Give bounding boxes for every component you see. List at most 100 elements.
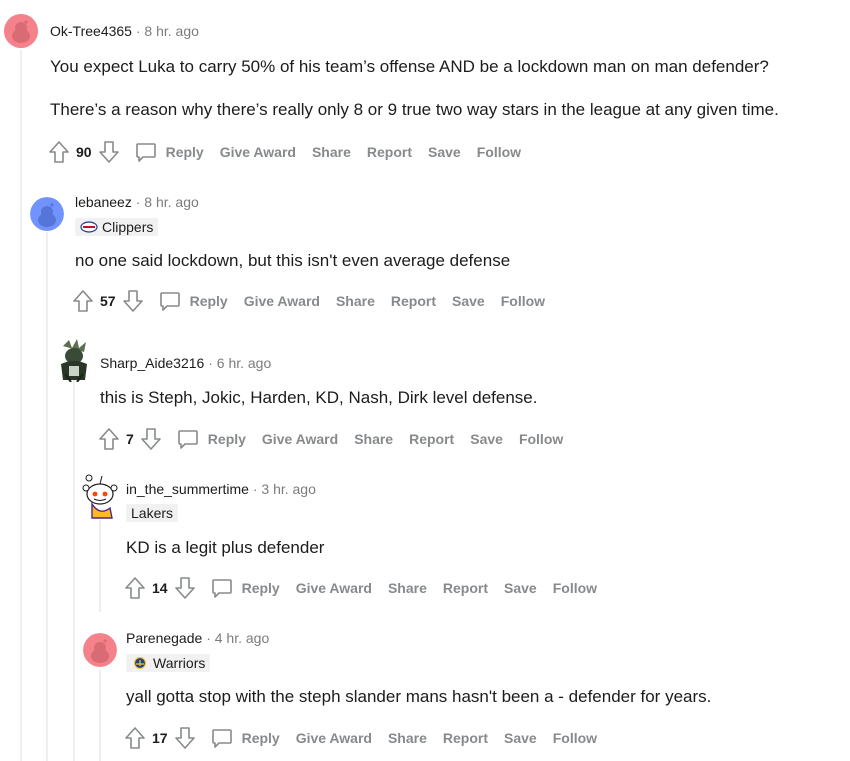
- snoo-avatar-icon: [83, 633, 117, 667]
- snoo-avatar-icon: [30, 197, 64, 231]
- save-button[interactable]: Save: [504, 730, 537, 746]
- vote-score: 57: [100, 293, 116, 309]
- report-button[interactable]: Report: [443, 730, 488, 746]
- reply-icon[interactable]: [210, 576, 234, 600]
- avatar[interactable]: [83, 633, 117, 667]
- comment-actions: 14 Reply Give Award Share Report Save Fo…: [124, 574, 613, 602]
- give-award-button[interactable]: Give Award: [262, 431, 338, 447]
- reply-icon[interactable]: [176, 427, 200, 451]
- comment-body: You expect Luka to carry 50% of his team…: [50, 57, 769, 76]
- comment: Parenegade · 4 hr. ago Warriors yall got…: [0, 615, 850, 761]
- downvote-icon[interactable]: [174, 576, 196, 600]
- comment-body: this is Steph, Jokic, Harden, KD, Nash, …: [100, 388, 538, 407]
- downvote-icon[interactable]: [174, 726, 196, 750]
- vote-score: 14: [152, 580, 168, 596]
- reply-button[interactable]: Reply: [242, 580, 280, 596]
- username[interactable]: Sharp_Aide3216: [100, 355, 204, 371]
- separator-dot: ·: [135, 23, 141, 39]
- give-award-button[interactable]: Give Award: [244, 293, 320, 309]
- follow-button[interactable]: Follow: [553, 580, 597, 596]
- flair-text: Warriors: [153, 655, 206, 671]
- upvote-icon[interactable]: [48, 140, 70, 164]
- comment: Sharp_Aide3216 · 6 hr. ago this is Steph…: [0, 330, 850, 460]
- give-award-button[interactable]: Give Award: [296, 580, 372, 596]
- comment-body: KD is a legit plus defender: [126, 538, 325, 557]
- avatar[interactable]: [4, 14, 38, 48]
- comment-actions: 57 Reply Give Award Share Report Save Fo…: [72, 287, 561, 315]
- comment-actions: 90 Reply Give Award Share Report Save Fo…: [48, 138, 537, 166]
- upvote-icon[interactable]: [124, 576, 146, 600]
- reply-button[interactable]: Reply: [242, 730, 280, 746]
- vote-score: 7: [126, 431, 134, 447]
- give-award-button[interactable]: Give Award: [296, 730, 372, 746]
- downvote-icon[interactable]: [122, 289, 144, 313]
- share-button[interactable]: Share: [388, 580, 427, 596]
- timestamp[interactable]: 6 hr. ago: [217, 355, 272, 371]
- vote-score: 17: [152, 730, 168, 746]
- timestamp[interactable]: 8 hr. ago: [144, 23, 199, 39]
- comment: Ok-Tree4365 · 8 hr. ago You expect Luka …: [0, 0, 850, 180]
- report-button[interactable]: Report: [367, 144, 412, 160]
- comment-body: There’s a reason why there’s really only…: [50, 100, 779, 119]
- comment-body: no one said lockdown, but this isn't eve…: [75, 251, 511, 270]
- snoo-avatar-icon: [4, 14, 38, 48]
- user-flair: Warriors: [126, 654, 211, 672]
- user-flair: Clippers: [75, 218, 159, 236]
- reply-button[interactable]: Reply: [166, 144, 204, 160]
- comment-body: yall gotta stop with the steph slander m…: [126, 687, 712, 706]
- timestamp[interactable]: 3 hr. ago: [261, 481, 316, 497]
- save-button[interactable]: Save: [452, 293, 485, 309]
- flair-text: Lakers: [131, 505, 174, 521]
- separator-dot: ·: [206, 630, 211, 646]
- follow-button[interactable]: Follow: [501, 293, 545, 309]
- save-button[interactable]: Save: [428, 144, 461, 160]
- report-button[interactable]: Report: [409, 431, 454, 447]
- give-award-button[interactable]: Give Award: [220, 144, 296, 160]
- comment: in_the_summertime · 3 hr. ago Lakers KD …: [0, 465, 850, 615]
- downvote-icon[interactable]: [98, 140, 120, 164]
- report-button[interactable]: Report: [443, 580, 488, 596]
- share-button[interactable]: Share: [336, 293, 375, 309]
- follow-button[interactable]: Follow: [553, 730, 597, 746]
- comment: lebaneez · 8 hr. ago Clippers no one sai…: [0, 180, 850, 320]
- comment-header: in_the_summertime · 3 hr. ago: [126, 481, 316, 497]
- reply-icon[interactable]: [134, 140, 158, 164]
- save-button[interactable]: Save: [504, 580, 537, 596]
- reply-icon[interactable]: [158, 289, 182, 313]
- share-button[interactable]: Share: [388, 730, 427, 746]
- upvote-icon[interactable]: [72, 289, 94, 313]
- reply-button[interactable]: Reply: [208, 431, 246, 447]
- comment-actions: 17 Reply Give Award Share Report Save Fo…: [124, 724, 613, 752]
- username[interactable]: in_the_summertime: [126, 481, 249, 497]
- timestamp[interactable]: 4 hr. ago: [215, 630, 270, 646]
- downvote-icon[interactable]: [140, 427, 162, 451]
- follow-button[interactable]: Follow: [477, 144, 521, 160]
- comment-header: Ok-Tree4365 · 8 hr. ago: [50, 23, 199, 39]
- username[interactable]: lebaneez: [75, 194, 132, 210]
- timestamp[interactable]: 8 hr. ago: [144, 194, 199, 210]
- reply-button[interactable]: Reply: [190, 293, 228, 309]
- share-button[interactable]: Share: [354, 431, 393, 447]
- separator-dot: ·: [252, 481, 258, 497]
- flair-text: Clippers: [102, 219, 154, 235]
- avatar[interactable]: [55, 338, 93, 382]
- avatar[interactable]: [80, 472, 120, 520]
- avatar[interactable]: [30, 197, 64, 231]
- snoo-avatar-icon: [82, 474, 118, 519]
- save-button[interactable]: Save: [470, 431, 503, 447]
- separator-dot: ·: [135, 194, 141, 210]
- upvote-icon[interactable]: [124, 726, 146, 750]
- comment-header: Sharp_Aide3216 · 6 hr. ago: [100, 355, 271, 371]
- share-button[interactable]: Share: [312, 144, 351, 160]
- follow-button[interactable]: Follow: [519, 431, 563, 447]
- upvote-icon[interactable]: [98, 427, 120, 451]
- username[interactable]: Ok-Tree4365: [50, 23, 132, 39]
- comment-actions: 7 Reply Give Award Share Report Save Fol…: [98, 425, 579, 453]
- separator-dot: ·: [208, 355, 213, 371]
- username[interactable]: Parenegade: [126, 630, 202, 646]
- warriors-logo-icon: [133, 657, 147, 669]
- clippers-logo-icon: [80, 221, 98, 233]
- report-button[interactable]: Report: [391, 293, 436, 309]
- comment-header: lebaneez · 8 hr. ago: [75, 194, 199, 210]
- reply-icon[interactable]: [210, 726, 234, 750]
